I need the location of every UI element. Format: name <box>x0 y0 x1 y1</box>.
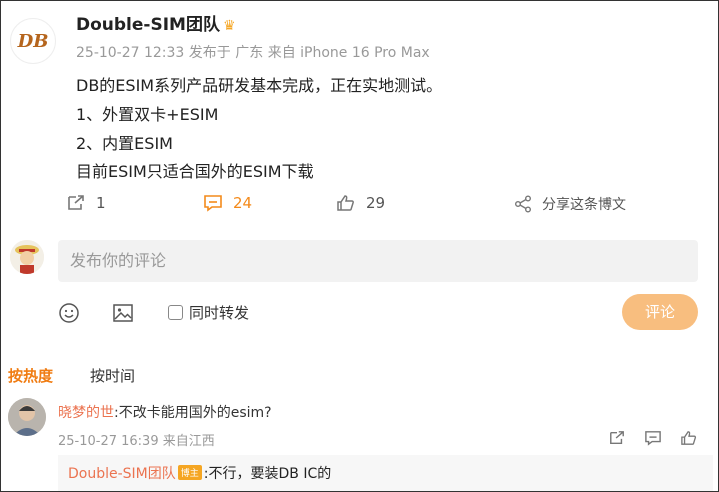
forward-count: 1 <box>96 194 106 212</box>
comment-text: :不改卡能用国外的esim? <box>114 405 272 421</box>
avatar-image <box>8 398 46 436</box>
tab-sort-time[interactable]: 按时间 <box>90 365 135 386</box>
current-user-avatar[interactable] <box>10 240 44 274</box>
emoji-icon <box>59 303 79 323</box>
reply-body: Double-SIM团队 博主:不行，要装DB IC的 <box>68 463 331 483</box>
emoji-button[interactable] <box>58 302 80 324</box>
post-line-4: 目前ESIM只适合国外的ESIM下载 <box>76 162 314 181</box>
forward-button[interactable]: 1 <box>66 194 106 212</box>
comment-icon <box>204 195 222 212</box>
post-line-2: 1、外置双卡+ESIM <box>76 105 219 124</box>
repost-checkbox[interactable] <box>168 305 183 320</box>
post-line-1: DB的ESIM系列产品研发基本完成，正在实地测试。 <box>76 76 443 95</box>
post-line-3: 2、内置ESIM <box>76 134 173 153</box>
like-button[interactable]: 29 <box>336 194 385 212</box>
comment-forward-icon[interactable] <box>608 430 626 446</box>
reply-username[interactable]: Double-SIM团队 <box>68 466 176 482</box>
comment-button[interactable]: 24 <box>203 194 252 212</box>
share-button[interactable]: 分享这条博文 <box>514 194 626 214</box>
author-logo-text: DB <box>17 30 49 52</box>
share-label: 分享这条博文 <box>542 197 626 213</box>
image-button[interactable] <box>112 302 134 324</box>
repost-toggle[interactable]: 同时转发 <box>168 302 249 323</box>
crown-icon: ♛ <box>222 18 236 34</box>
submit-comment-button[interactable]: 评论 <box>622 294 698 330</box>
comment-count: 24 <box>233 194 253 212</box>
comment-meta: 25-10-27 16:39 来自江西 <box>58 434 215 449</box>
repost-label: 同时转发 <box>189 304 250 322</box>
avatar-image <box>10 240 44 274</box>
author-badge: 博主 <box>177 465 202 480</box>
post-meta: 25-10-27 12:33 发布于 广东 来自 iPhone 16 Pro M… <box>76 45 430 61</box>
comment-body: 晓梦的世:不改卡能用国外的esim? <box>58 402 272 422</box>
forward-icon <box>68 195 84 210</box>
author-name[interactable]: Double-SIM团队 <box>76 15 220 35</box>
commenter-avatar[interactable] <box>8 398 46 436</box>
comment-like-icon[interactable] <box>680 430 698 446</box>
comment-actions <box>608 430 698 446</box>
reply-text: :不行，要装DB IC的 <box>203 466 332 482</box>
like-icon <box>337 195 354 211</box>
comment-reply-icon[interactable] <box>644 430 662 446</box>
comment-username[interactable]: 晓梦的世 <box>58 405 114 421</box>
comment-input[interactable]: 发布你的评论 <box>58 240 698 282</box>
image-icon <box>113 304 133 322</box>
author-avatar[interactable]: DB <box>10 18 56 64</box>
tab-sort-hot[interactable]: 按热度 <box>8 365 53 386</box>
post-author[interactable]: Double-SIM团队 ♛ <box>76 10 236 35</box>
like-count: 29 <box>366 194 386 212</box>
share-icon <box>515 195 531 213</box>
